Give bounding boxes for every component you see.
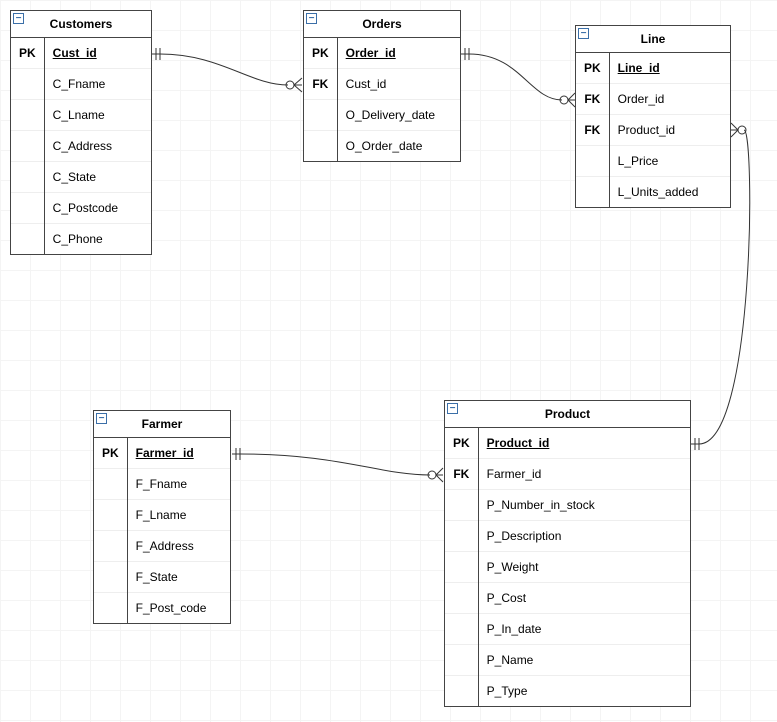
key-label: PK — [576, 53, 609, 84]
key-label — [11, 69, 44, 100]
field: Product_id — [610, 115, 730, 146]
key-label — [11, 193, 44, 224]
collapse-icon[interactable]: − — [447, 403, 458, 414]
key-label — [445, 583, 478, 614]
key-label — [576, 177, 609, 207]
entity-title-text: Line — [641, 32, 666, 46]
key-label — [94, 593, 127, 623]
entity-title-text: Product — [545, 407, 590, 421]
entity-title: − Line — [576, 26, 730, 53]
key-label — [11, 131, 44, 162]
field: Farmer_id — [479, 459, 690, 490]
key-label: FK — [576, 84, 609, 115]
field: P_In_date — [479, 614, 690, 645]
entity-title-text: Farmer — [142, 417, 183, 431]
field: F_Post_code — [128, 593, 230, 623]
field: P_Cost — [479, 583, 690, 614]
field: Order_id — [610, 84, 730, 115]
entity-title: − Customers — [11, 11, 151, 38]
key-label — [445, 552, 478, 583]
field-pk: Order_id — [338, 38, 460, 69]
key-label — [94, 531, 127, 562]
field: C_Phone — [45, 224, 151, 254]
field: F_Lname — [128, 500, 230, 531]
field-pk: Product_id — [479, 428, 690, 459]
entity-title: − Orders — [304, 11, 460, 38]
key-label — [304, 100, 337, 131]
key-label: PK — [11, 38, 44, 69]
key-label — [11, 100, 44, 131]
key-label: FK — [445, 459, 478, 490]
key-label — [94, 562, 127, 593]
key-label: PK — [445, 428, 478, 459]
field: Cust_id — [338, 69, 460, 100]
collapse-icon[interactable]: − — [96, 413, 107, 424]
key-label: FK — [576, 115, 609, 146]
field: L_Units_added — [610, 177, 730, 207]
collapse-icon[interactable]: − — [306, 13, 317, 24]
field: C_Lname — [45, 100, 151, 131]
entity-title: − Product — [445, 401, 690, 428]
field-pk: Line_id — [610, 53, 730, 84]
entity-customers[interactable]: − Customers PK Cust_id C_Fname C_Lname C… — [10, 10, 152, 255]
collapse-icon[interactable]: − — [578, 28, 589, 39]
field: F_Address — [128, 531, 230, 562]
field-pk: Farmer_id — [128, 438, 230, 469]
key-label — [445, 521, 478, 552]
field: O_Order_date — [338, 131, 460, 161]
key-label: PK — [94, 438, 127, 469]
key-label — [11, 224, 44, 254]
field: O_Delivery_date — [338, 100, 460, 131]
field-pk: Cust_id — [45, 38, 151, 69]
field: L_Price — [610, 146, 730, 177]
key-label — [445, 645, 478, 676]
collapse-icon[interactable]: − — [13, 13, 24, 24]
entity-title: − Farmer — [94, 411, 230, 438]
key-label — [11, 162, 44, 193]
field: C_State — [45, 162, 151, 193]
key-label — [445, 676, 478, 706]
entity-line[interactable]: − Line PK FK FK Line_id Order_id Product… — [575, 25, 731, 208]
field: P_Weight — [479, 552, 690, 583]
field: C_Fname — [45, 69, 151, 100]
field: F_State — [128, 562, 230, 593]
entity-title-text: Orders — [362, 17, 401, 31]
key-label: FK — [304, 69, 337, 100]
key-label — [94, 500, 127, 531]
field: P_Description — [479, 521, 690, 552]
key-label: PK — [304, 38, 337, 69]
field: P_Number_in_stock — [479, 490, 690, 521]
field: P_Name — [479, 645, 690, 676]
entity-farmer[interactable]: − Farmer PK Farmer_id F_Fname F_Lname F_… — [93, 410, 231, 624]
field: P_Type — [479, 676, 690, 706]
entity-product[interactable]: − Product PK FK Product_id Farmer_id P_N… — [444, 400, 691, 707]
key-label — [445, 490, 478, 521]
key-label — [94, 469, 127, 500]
key-label — [445, 614, 478, 645]
entity-orders[interactable]: − Orders PK FK Order_id Cust_id O_Delive… — [303, 10, 461, 162]
key-label — [576, 146, 609, 177]
key-label — [304, 131, 337, 161]
field: C_Address — [45, 131, 151, 162]
field: F_Fname — [128, 469, 230, 500]
field: C_Postcode — [45, 193, 151, 224]
entity-title-text: Customers — [50, 17, 113, 31]
